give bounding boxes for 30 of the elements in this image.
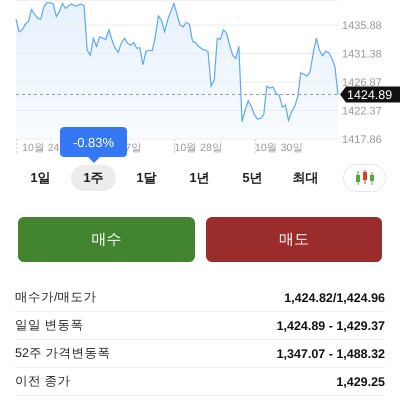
stat-label: 이전 종가: [15, 373, 70, 390]
axis-label: 1422.37: [342, 105, 382, 118]
range-tab[interactable]: 1일: [18, 165, 63, 191]
stat-label: 52주 가격변동폭: [15, 345, 110, 362]
stat-value: 1,347.07 - 1,488.32: [276, 346, 385, 360]
sell-button[interactable]: 매도: [206, 217, 382, 262]
axis-label: 1431.38: [342, 48, 382, 60]
axis-label: 10월 28일: [174, 142, 223, 154]
stat-label: 일일 변동폭: [15, 317, 84, 334]
stat-value: 1,424.89 - 1,429.37: [276, 318, 385, 332]
axis-label: 1417.86: [342, 134, 382, 146]
range-tab[interactable]: 1년: [177, 165, 222, 191]
range-tab[interactable]: 1달: [124, 165, 169, 191]
buy-button[interactable]: 매수: [18, 217, 194, 262]
axis-label: 10월 30일: [255, 142, 304, 154]
chart-type-button[interactable]: [343, 164, 386, 192]
stat-value: 1,429.25: [336, 374, 385, 388]
range-tab[interactable]: 5년: [230, 165, 275, 191]
candlestick-icon: [354, 170, 374, 186]
range-tab[interactable]: 최대: [283, 165, 328, 191]
range-tab[interactable]: 1주: [71, 165, 116, 191]
axis-label: 1426.87: [342, 77, 382, 89]
price-tag: 1424.89: [340, 86, 400, 103]
change-tooltip: -0.83%: [60, 127, 127, 157]
stat-value: 1,424.82/1,424.96: [284, 290, 385, 304]
ref-line-label: 1424.89: [347, 88, 392, 102]
axis-label: 7일: [125, 142, 142, 154]
axis-label: 10월 24: [22, 142, 60, 154]
axis-label: 1435.88: [342, 20, 382, 32]
stat-label: 매수가/매도가: [15, 289, 96, 306]
